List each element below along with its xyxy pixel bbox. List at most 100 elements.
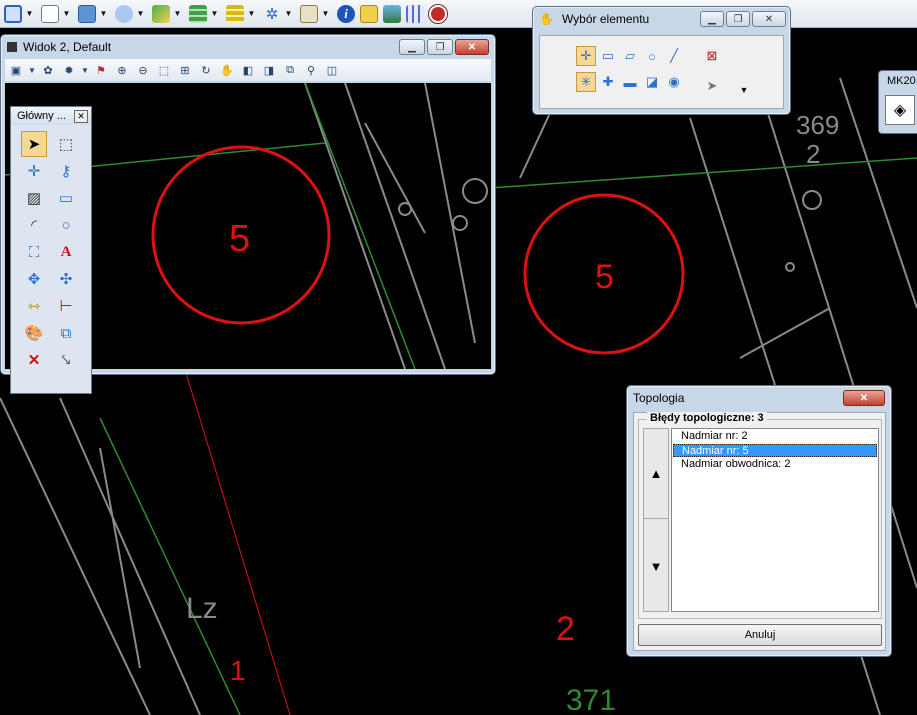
info-icon[interactable]: i	[335, 3, 357, 25]
main-tool-palette: Główny ... ✕ ➤ ⬚ ✛ ⚷ ▨ ▭ ◜ ○ ⛶ A ✥ ✣ ⇿ ⊢…	[10, 106, 92, 394]
globe-icon[interactable]: ◉	[664, 72, 684, 92]
update-view-icon[interactable]: ⚑	[92, 61, 110, 79]
rotate-view-icon[interactable]: ↻	[197, 61, 215, 79]
chart-icon[interactable]	[381, 3, 403, 25]
palette-title: Główny ...	[17, 110, 66, 122]
chevron-down-icon[interactable]: ▼	[25, 3, 34, 25]
text-tool[interactable]: A	[53, 239, 79, 265]
search-doc-icon[interactable]	[358, 3, 380, 25]
shape-select-icon[interactable]: ▱	[620, 46, 640, 66]
clear-selection-icon[interactable]: ⊠	[702, 46, 722, 66]
chevron-down-icon[interactable]: ▼	[210, 3, 219, 25]
close-icon[interactable]: ✕	[74, 109, 88, 123]
minimize-button[interactable]: ▁	[399, 39, 425, 55]
layers-green-icon[interactable]	[187, 3, 209, 25]
measure-tool[interactable]: ⇿	[21, 293, 47, 319]
chevron-down-icon[interactable]: ▼	[136, 3, 145, 25]
pan-icon[interactable]: ✋	[218, 61, 236, 79]
close-button[interactable]: ✕	[455, 39, 489, 55]
next-view-icon[interactable]: ◨	[260, 61, 278, 79]
view-window-titlebar[interactable]: Widok 2, Default ▁ ❐ ✕	[1, 35, 495, 59]
zoom-out-icon[interactable]: ⊖	[134, 61, 152, 79]
list-item[interactable]: Nadmiar nr: 5	[673, 444, 877, 457]
hand-icon: ✋	[539, 12, 554, 26]
element-selection-titlebar[interactable]: ✋ Wybór elementu ▁ ❐ ✕	[533, 7, 790, 31]
view-display-icon[interactable]: ◫	[323, 61, 341, 79]
cloud-icon[interactable]	[113, 3, 135, 25]
copy-tool[interactable]: ⧉	[53, 320, 79, 346]
dimension-tool[interactable]: ⊢	[53, 293, 79, 319]
subtract-mode-icon[interactable]: ▬	[620, 72, 640, 92]
view-attributes-icon[interactable]: ✿	[39, 61, 57, 79]
topology-title: Topologia	[633, 391, 685, 405]
close-button[interactable]: ✕	[843, 390, 885, 406]
fence-tool[interactable]: ⬚	[53, 131, 79, 157]
previous-view-icon[interactable]: ◧	[239, 61, 257, 79]
table-icon[interactable]	[76, 3, 98, 25]
copy-view-icon[interactable]: ⧉	[281, 61, 299, 79]
block-select-icon[interactable]: ▭	[598, 46, 618, 66]
zoom-in-icon[interactable]: ⊕	[113, 61, 131, 79]
close-button[interactable]: ✕	[752, 11, 786, 27]
topology-error-list[interactable]: Nadmiar nr: 2 Nadmiar nr: 5 Nadmiar obwo…	[671, 428, 879, 612]
chevron-down-icon[interactable]: ▼	[99, 3, 108, 25]
chevron-down-icon[interactable]: ▼	[173, 3, 182, 25]
view-mode-icon[interactable]: ▣	[7, 61, 25, 79]
image-icon[interactable]	[150, 3, 172, 25]
hatch-tool[interactable]: ▨	[21, 185, 47, 211]
layers-icon[interactable]: ◈	[885, 95, 915, 125]
restore-button[interactable]: ❐	[726, 11, 750, 27]
mk-window-title: MK20	[887, 75, 916, 87]
palette-tool[interactable]: 🎨	[21, 320, 47, 346]
tentative-point-tool[interactable]: ✛	[21, 158, 47, 184]
chevron-down-icon[interactable]: ▼	[81, 61, 89, 79]
minimize-button[interactable]: ▁	[700, 11, 724, 27]
chevron-down-icon[interactable]: ▼	[321, 3, 330, 25]
element-selection-window: ✋ Wybór elementu ▁ ❐ ✕ ✛ ▭ ▱ ○ ╱ ✳ ✚ ▬ ◪…	[532, 6, 791, 115]
rectangle-tool[interactable]: ▭	[53, 185, 79, 211]
invert-mode-icon[interactable]: ◪	[642, 72, 662, 92]
palette-titlebar[interactable]: Główny ... ✕	[11, 107, 91, 125]
chevron-down-icon[interactable]: ▼	[62, 3, 71, 25]
next-error-button[interactable]: ▼	[644, 521, 668, 611]
view-window-title: Widok 2, Default	[23, 40, 112, 54]
element-info-tool[interactable]: ⚷	[53, 158, 79, 184]
circle-select-icon[interactable]: ○	[642, 46, 662, 66]
individual-select-icon[interactable]: ✛	[576, 46, 596, 66]
scale-tool[interactable]: ✣	[53, 266, 79, 292]
fit-view-icon[interactable]: ⊞	[176, 61, 194, 79]
line-select-icon[interactable]: ╱	[664, 46, 684, 66]
add-mode-icon[interactable]: ✚	[598, 72, 618, 92]
arc-tool[interactable]: ◜	[21, 212, 47, 238]
stop-icon[interactable]	[427, 3, 449, 25]
previous-error-button[interactable]: ▲	[644, 429, 668, 519]
trim-tool[interactable]: ⤥	[53, 347, 79, 373]
chevron-down-icon[interactable]: ▼	[247, 3, 256, 25]
topology-titlebar[interactable]: Topologia ✕	[627, 386, 891, 410]
select-element-tool[interactable]: ➤	[21, 131, 47, 157]
cube-icon[interactable]	[2, 3, 24, 25]
chevron-down-icon[interactable]: ▼	[734, 80, 754, 100]
render-icon[interactable]: ✹	[60, 61, 78, 79]
cursor-sparkle-icon[interactable]: ✲	[261, 3, 283, 25]
clip-volume-icon[interactable]: ⚲	[302, 61, 320, 79]
delete-tool[interactable]: ✕	[21, 347, 47, 373]
modify-tool[interactable]: ✥	[21, 266, 47, 292]
chevron-down-icon[interactable]: ▼	[284, 3, 293, 25]
restore-button[interactable]: ❐	[427, 39, 453, 55]
chevron-down-icon[interactable]: ▼	[28, 61, 36, 79]
document-icon[interactable]	[39, 3, 61, 25]
window-area-icon[interactable]: ⬚	[155, 61, 173, 79]
cancel-button[interactable]: Anuluj	[638, 624, 882, 646]
new-mode-icon[interactable]: ✳	[576, 72, 596, 92]
cell-tool[interactable]: ⛶	[21, 239, 47, 265]
circle-tool[interactable]: ○	[53, 212, 79, 238]
pointer-icon[interactable]: ➤	[702, 76, 722, 96]
map-edit-icon[interactable]	[298, 3, 320, 25]
list-item[interactable]: Nadmiar obwodnica: 2	[673, 458, 877, 471]
grid-icon[interactable]	[404, 3, 426, 25]
topology-errors-label: Błędy topologiczne: 3	[647, 412, 767, 424]
list-navigation: ▲ ▼	[643, 428, 669, 612]
layers-yellow-icon[interactable]	[224, 3, 246, 25]
list-item[interactable]: Nadmiar nr: 2	[673, 430, 877, 443]
